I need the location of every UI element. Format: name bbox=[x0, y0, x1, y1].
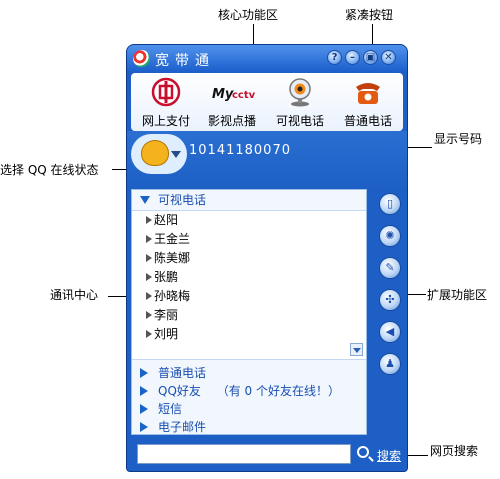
users-icon[interactable]: ♟ bbox=[379, 353, 401, 375]
list-item[interactable]: 刘明 bbox=[132, 325, 366, 344]
annotation-qq-status: 选择 QQ 在线状态 bbox=[0, 163, 99, 177]
contact-center-panel: 可视电话 赵阳 王金兰 陈美娜 张鹏 孙晓梅 李丽 刘明 普通电话 QQ好友 （… bbox=[131, 189, 367, 435]
tool-label: 网上支付 bbox=[141, 114, 190, 128]
section-label: 可视电话 bbox=[158, 193, 207, 207]
minimize-button[interactable]: – bbox=[345, 50, 360, 65]
contact-name: 李丽 bbox=[154, 308, 179, 322]
expand-right-icon bbox=[140, 422, 148, 432]
section-label: 短信 bbox=[158, 402, 183, 416]
section-email[interactable]: 电子邮件 bbox=[132, 417, 366, 437]
section-qq-friends[interactable]: QQ好友 （有 0 个好友在线！） bbox=[132, 381, 366, 401]
app-title: 宽带通 bbox=[155, 53, 215, 69]
section-label: QQ好友 bbox=[158, 384, 201, 398]
profile-area: 10141180070 bbox=[127, 131, 407, 189]
bank-payment-icon bbox=[151, 77, 181, 107]
volume-icon[interactable]: ◀ bbox=[379, 321, 401, 343]
annotation-compact-button: 紧凑按钮 bbox=[345, 8, 394, 22]
tool-label: 普通电话 bbox=[343, 114, 392, 128]
webcam-icon bbox=[289, 78, 311, 107]
book-icon[interactable]: ▯ bbox=[379, 193, 401, 215]
list-item[interactable]: 李丽 bbox=[132, 306, 366, 325]
bullet-arrow-icon bbox=[146, 330, 152, 338]
qq-status-selector[interactable] bbox=[131, 134, 187, 174]
wrench-icon[interactable]: ✎ bbox=[379, 257, 401, 279]
network-icon[interactable]: ✣ bbox=[379, 289, 401, 311]
annotation-core-functions: 核心功能区 bbox=[218, 8, 279, 22]
chevron-down-icon bbox=[171, 151, 181, 158]
section-normal-phone[interactable]: 普通电话 bbox=[132, 363, 366, 383]
app-logo-icon bbox=[133, 50, 150, 67]
contact-name: 刘明 bbox=[154, 327, 179, 341]
section-video-phone[interactable]: 可视电话 bbox=[132, 190, 366, 210]
list-item[interactable]: 王金兰 bbox=[132, 230, 366, 249]
search-input[interactable] bbox=[137, 444, 351, 464]
annotation-show-number: 显示号码 bbox=[434, 132, 483, 146]
phone-number: 10141180070 bbox=[189, 143, 291, 158]
qq-online-count: （有 0 个好友在线！） bbox=[216, 384, 340, 398]
list-item[interactable]: 孙晓梅 bbox=[132, 287, 366, 306]
app-window: 宽带通 ? – ▣ ✕ 网上支付 My cctv 影视点播 可视电话 普通电话 … bbox=[126, 44, 408, 472]
list-item[interactable]: 陈美娜 bbox=[132, 249, 366, 268]
section-sms[interactable]: 短信 bbox=[132, 399, 366, 419]
telephone-icon bbox=[356, 83, 380, 104]
bullet-arrow-icon bbox=[146, 216, 152, 224]
title-bar[interactable]: 宽带通 ? – ▣ ✕ bbox=[127, 45, 407, 72]
section-label: 电子邮件 bbox=[158, 420, 207, 434]
scroll-down-button[interactable] bbox=[350, 343, 363, 356]
close-button[interactable]: ✕ bbox=[381, 50, 396, 65]
tool-video-on-demand[interactable]: My cctv 影视点播 bbox=[201, 73, 263, 131]
contact-list: 赵阳 王金兰 陈美娜 张鹏 孙晓梅 李丽 刘明 bbox=[132, 210, 366, 360]
expand-down-icon bbox=[140, 196, 150, 204]
compact-mode-button[interactable]: ▣ bbox=[363, 50, 378, 65]
svg-text:cctv: cctv bbox=[232, 90, 255, 101]
list-item[interactable]: 张鹏 bbox=[132, 268, 366, 287]
contact-name: 张鹏 bbox=[154, 270, 179, 284]
help-button[interactable]: ? bbox=[327, 50, 342, 65]
search-icon bbox=[357, 446, 369, 458]
annotation-web-search: 网页搜索 bbox=[430, 444, 479, 458]
bullet-arrow-icon bbox=[146, 235, 152, 243]
bullet-arrow-icon bbox=[146, 292, 152, 300]
core-function-toolbar: 网上支付 My cctv 影视点播 可视电话 普通电话 bbox=[131, 73, 403, 131]
svg-text:My: My bbox=[212, 87, 234, 102]
expand-right-icon bbox=[140, 386, 148, 396]
mycctv-video-icon: My cctv bbox=[212, 87, 255, 102]
tool-normal-phone[interactable]: 普通电话 bbox=[337, 73, 399, 131]
tool-online-payment[interactable]: 网上支付 bbox=[135, 73, 197, 131]
contact-name: 赵阳 bbox=[154, 213, 179, 227]
list-item[interactable]: 赵阳 bbox=[132, 211, 366, 230]
tool-label: 可视电话 bbox=[275, 114, 324, 128]
annotation-extension-area: 扩展功能区 bbox=[427, 288, 488, 302]
sun-settings-icon[interactable]: ✺ bbox=[379, 225, 401, 247]
annotation-contact-center: 通讯中心 bbox=[50, 288, 99, 302]
bullet-arrow-icon bbox=[146, 311, 152, 319]
contact-name: 王金兰 bbox=[154, 232, 191, 246]
bullet-arrow-icon bbox=[146, 273, 152, 281]
contact-name: 陈美娜 bbox=[154, 251, 191, 265]
bullet-arrow-icon bbox=[146, 254, 152, 262]
tool-label: 影视点播 bbox=[207, 114, 256, 128]
search-bar: 搜索 bbox=[127, 437, 407, 471]
tool-video-phone[interactable]: 可视电话 bbox=[269, 73, 331, 131]
qq-avatar-icon bbox=[141, 140, 169, 166]
expand-right-icon bbox=[140, 404, 148, 414]
section-label: 普通电话 bbox=[158, 366, 207, 380]
contact-name: 孙晓梅 bbox=[154, 289, 191, 303]
search-button-label: 搜索 bbox=[377, 449, 402, 463]
expand-right-icon bbox=[140, 368, 148, 378]
search-button[interactable]: 搜索 bbox=[355, 443, 405, 465]
